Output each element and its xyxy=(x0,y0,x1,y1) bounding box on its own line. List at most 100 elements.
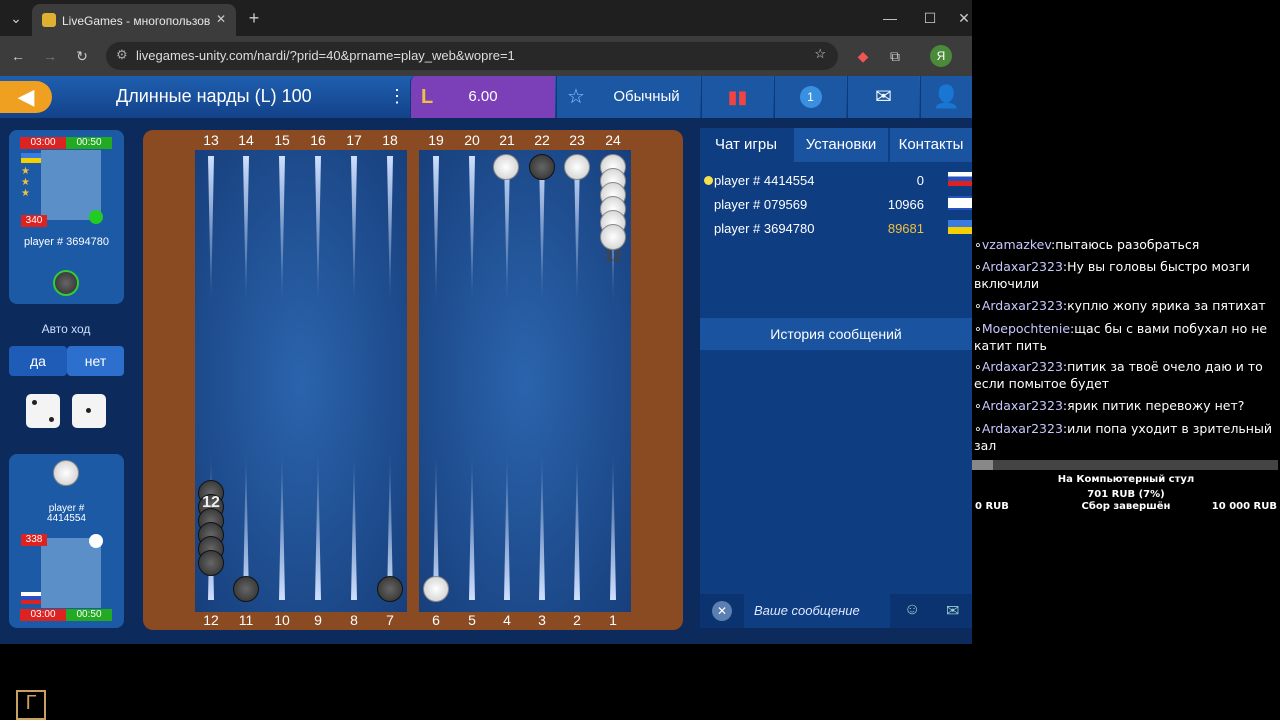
goal-max: 10 000 RUB xyxy=(1211,501,1277,512)
chat-text: куплю жопу ярика за пятихат xyxy=(1067,298,1266,313)
stream-chat-message: ∘Ardaxar2323:питик за твоё очело даю и т… xyxy=(974,359,1263,391)
board-left-half[interactable] xyxy=(195,150,407,612)
menu-dots-icon[interactable]: ⋮ xyxy=(388,86,406,107)
forward-icon[interactable]: → xyxy=(40,46,60,66)
die-two xyxy=(72,394,106,428)
point-number: 15 xyxy=(274,132,290,148)
checker[interactable] xyxy=(198,550,224,576)
tab-settings[interactable]: Установки xyxy=(794,128,888,162)
chat-username: vzamazkev xyxy=(981,237,1052,252)
point-number: 9 xyxy=(314,612,322,628)
ukraine-flag-icon xyxy=(21,153,41,163)
extensions-puzzle-icon[interactable]: ⧉ xyxy=(884,46,906,66)
point-number: 21 xyxy=(499,132,515,148)
back-icon[interactable]: ← xyxy=(8,46,28,66)
minimize-icon[interactable]: — xyxy=(880,8,900,28)
clear-icon[interactable]: ✕ xyxy=(712,601,732,621)
opponent-name: player # 3694780 xyxy=(23,236,109,248)
auto-no-button[interactable]: нет xyxy=(67,346,124,376)
checker[interactable] xyxy=(377,576,403,602)
site-info-icon[interactable]: ⚙ xyxy=(116,47,128,63)
checker[interactable] xyxy=(564,154,590,180)
ukraine-flag-icon xyxy=(948,220,972,234)
stack-count: 12 xyxy=(202,494,220,511)
player-list-name: player # 4414554 xyxy=(714,173,815,188)
mode-label: Обычный xyxy=(613,88,680,105)
player-checker-icon xyxy=(53,460,79,486)
maximize-icon[interactable]: ☐ xyxy=(920,8,940,28)
point-number: 20 xyxy=(464,132,480,148)
stream-chat-message: ∘Ardaxar2323:ярик питик перевожу нет? xyxy=(974,398,1245,413)
die-one xyxy=(26,394,60,428)
chat-text: пытаюсь разобраться xyxy=(1055,237,1200,252)
close-window-icon[interactable]: ✕ xyxy=(956,8,972,28)
rating-button[interactable]: L 6.00 xyxy=(410,76,555,118)
message-history-button[interactable]: История сообщений xyxy=(700,318,972,350)
bookmark-star-icon[interactable]: ☆ xyxy=(814,46,826,62)
player-list-score: 10966 xyxy=(887,197,924,212)
extension-icon[interactable]: ◆ xyxy=(852,46,874,66)
checker[interactable] xyxy=(493,154,519,180)
game-top-nav: ◀ Длинные нарды (L) 100 ⋮ L 6.00 ☆ Обычн… xyxy=(0,76,972,118)
url-text: livegames-unity.com/nardi/?prid=40&prnam… xyxy=(136,48,515,63)
point-number: 7 xyxy=(386,612,394,628)
point-number: 19 xyxy=(428,132,444,148)
send-icon[interactable]: ✉ xyxy=(946,601,968,621)
player-list-score: 0 xyxy=(916,173,924,188)
chat-username: Ardaxar2323 xyxy=(981,421,1063,436)
profile-avatar[interactable]: Я xyxy=(930,45,952,67)
checker[interactable] xyxy=(233,576,259,602)
mail-button[interactable]: ✉ xyxy=(847,76,919,118)
chat-username: Ardaxar2323 xyxy=(981,259,1063,274)
backgammon-board[interactable]: 13 14 15 16 17 18 19 20 21 22 23 24 12 11 10 9 8 7 6 5 4 3 2 1 1… xyxy=(143,130,683,630)
close-tab-icon[interactable]: ✕ xyxy=(216,12,226,26)
checker[interactable] xyxy=(600,224,626,250)
address-bar: ← → ↻ ⚙ livegames-unity.com/nardi/?prid=… xyxy=(0,36,972,76)
tab-title: LiveGames - многопользов xyxy=(62,14,211,28)
stream-overlay: ∘vzamazkev:пытаюсь разобраться ∘Ardaxar23… xyxy=(972,0,1280,720)
checker[interactable] xyxy=(423,576,449,602)
goal-progress-fill xyxy=(972,460,994,470)
stream-chat-message: ∘Ardaxar2323:куплю жопу ярика за пятихат xyxy=(974,298,1266,313)
auto-yes-button[interactable]: да xyxy=(9,346,67,376)
stream-chat-message: ∘Moepochtenie:щас бы с вами побухал но н… xyxy=(974,321,1268,353)
board-right-half[interactable] xyxy=(419,150,631,612)
opponent-move-time: 00:50 xyxy=(66,137,112,149)
point-number: 16 xyxy=(310,132,326,148)
goal-progress-track xyxy=(972,460,1278,470)
reload-icon[interactable]: ↻ xyxy=(72,46,92,66)
stream-chat-message: ∘vzamazkev:пытаюсь разобраться xyxy=(974,237,1200,252)
point-number: 1 xyxy=(609,612,617,628)
emoji-icon[interactable]: ☺ xyxy=(904,601,926,621)
chat-username: Ardaxar2323 xyxy=(981,398,1063,413)
player-status-indicator xyxy=(89,534,103,548)
russia-flag-icon xyxy=(948,172,972,186)
browser-tab[interactable]: LiveGames - многопользов ✕ xyxy=(32,4,236,36)
stats-button[interactable]: ▮▮ xyxy=(701,76,773,118)
chart-icon: ▮▮ xyxy=(727,87,748,107)
rank-stars-icon: ★ ★ ★ xyxy=(21,166,30,199)
user-icon: 👤 xyxy=(932,84,961,109)
goal-title: На Компьютерный стул xyxy=(1057,474,1195,485)
stack-count: 12 xyxy=(604,248,622,265)
profile-button[interactable]: 👤 xyxy=(920,76,972,118)
url-field[interactable]: ⚙ livegames-unity.com/nardi/?prid=40&prn… xyxy=(106,42,838,70)
tab-contacts[interactable]: Контакты xyxy=(890,128,972,162)
point-number: 12 xyxy=(203,612,219,628)
tab-list-icon[interactable]: ⌄ xyxy=(6,8,26,28)
point-number: 13 xyxy=(203,132,219,148)
chat-username: Ardaxar2323 xyxy=(981,359,1063,374)
checker[interactable] xyxy=(529,154,555,180)
player-move-time: 00:50 xyxy=(66,609,112,621)
opponent-checker-icon xyxy=(53,270,79,296)
back-button[interactable]: ◀ xyxy=(0,81,52,113)
point-number: 24 xyxy=(605,132,621,148)
chat-panel: Чат игры Установки Контакты player # 441… xyxy=(700,128,972,628)
mode-button[interactable]: ☆ Обычный xyxy=(556,76,700,118)
tab-game-chat[interactable]: Чат игры xyxy=(700,128,792,162)
player-name: player # 4414554 xyxy=(47,503,86,524)
notifications-button[interactable]: 1 xyxy=(774,76,846,118)
chat-message-input[interactable]: Ваше сообщение xyxy=(744,594,890,628)
point-number: 4 xyxy=(503,612,511,628)
new-tab-icon[interactable]: + xyxy=(244,8,264,28)
